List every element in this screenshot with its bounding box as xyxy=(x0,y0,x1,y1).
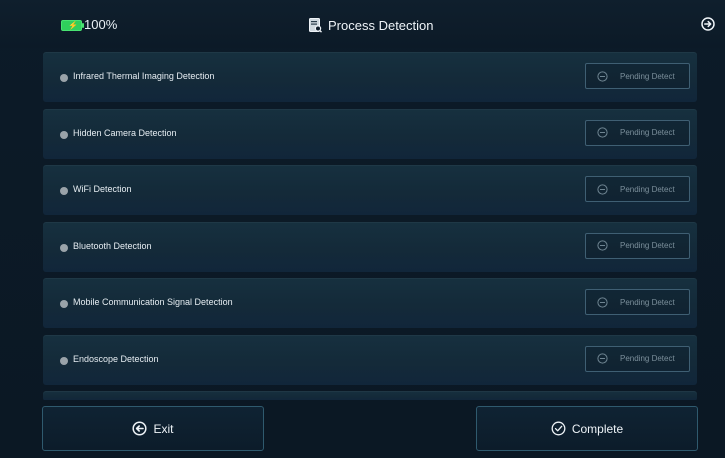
detection-list: Infrared Thermal Imaging Detection Pendi… xyxy=(43,52,697,400)
minus-circle-icon xyxy=(597,353,608,364)
status-label: Pending Detect xyxy=(620,128,675,137)
detection-row-mobile-signal: Mobile Communication Signal Detection Pe… xyxy=(43,278,697,328)
exit-button[interactable]: Exit xyxy=(42,406,264,451)
status-dot-icon xyxy=(60,74,68,82)
minus-circle-icon xyxy=(597,127,608,138)
pending-detect-badge[interactable]: Pending Detect xyxy=(585,119,690,146)
detection-label: Bluetooth Detection xyxy=(73,240,152,251)
complete-button-label: Complete xyxy=(571,421,624,436)
status-dot-icon xyxy=(60,187,68,195)
status-label: Pending Detect xyxy=(620,184,675,194)
status-label: Pending Detect xyxy=(620,71,675,81)
arrow-circle-right-icon[interactable] xyxy=(701,17,715,31)
detection-row-endoscope: Endoscope Detection Pending Detect xyxy=(43,334,697,385)
pending-detect-badge[interactable]: Pending Detect xyxy=(585,289,690,315)
arrow-circle-left-icon xyxy=(132,421,148,436)
pending-detect-badge[interactable]: Pending Detect xyxy=(585,345,690,372)
complete-button[interactable]: Complete xyxy=(476,406,698,451)
exit-button-label: Exit xyxy=(153,421,174,436)
status-dot-icon xyxy=(60,243,68,252)
top-bar: ⚡ 100% Process Detection xyxy=(0,0,725,48)
minus-circle-icon xyxy=(597,70,608,82)
status-dot-icon xyxy=(60,356,68,365)
minus-circle-icon xyxy=(597,240,608,251)
status-dot-icon xyxy=(60,300,68,308)
detection-row-bluetooth: Bluetooth Detection Pending Detect xyxy=(43,221,697,272)
battery-level: 100% xyxy=(84,17,118,32)
page-title: Process Detection xyxy=(328,17,434,33)
pending-detect-badge[interactable]: Pending Detect xyxy=(585,176,690,202)
detection-label: Endoscope Detection xyxy=(73,353,159,364)
detection-row-infrared: Infrared Thermal Imaging Detection Pendi… xyxy=(43,52,697,102)
process-detection-screen: ⚡ 100% Process Detection Infrared Therma… xyxy=(0,0,725,458)
minus-circle-icon xyxy=(597,183,608,195)
detection-row-partial xyxy=(43,391,697,400)
document-scan-icon xyxy=(309,17,322,33)
page-title-group: Process Detection xyxy=(309,16,434,34)
status-label: Pending Detect xyxy=(620,297,675,307)
pending-detect-badge[interactable]: Pending Detect xyxy=(585,63,690,89)
detection-label: Hidden Camera Detection xyxy=(73,127,177,138)
pending-detect-badge[interactable]: Pending Detect xyxy=(585,232,690,259)
check-circle-icon xyxy=(551,421,566,436)
detection-row-hidden-camera: Hidden Camera Detection Pending Detect xyxy=(43,108,697,159)
status-label: Pending Detect xyxy=(620,354,675,363)
detection-row-wifi: WiFi Detection Pending Detect xyxy=(43,165,697,215)
battery-icon: ⚡ xyxy=(61,20,84,31)
status-label: Pending Detect xyxy=(620,241,675,250)
minus-circle-icon xyxy=(597,296,608,308)
status-dot-icon xyxy=(60,130,68,139)
detection-label: WiFi Detection xyxy=(73,184,132,194)
detection-label: Infrared Thermal Imaging Detection xyxy=(73,71,215,81)
detection-label: Mobile Communication Signal Detection xyxy=(73,297,233,307)
